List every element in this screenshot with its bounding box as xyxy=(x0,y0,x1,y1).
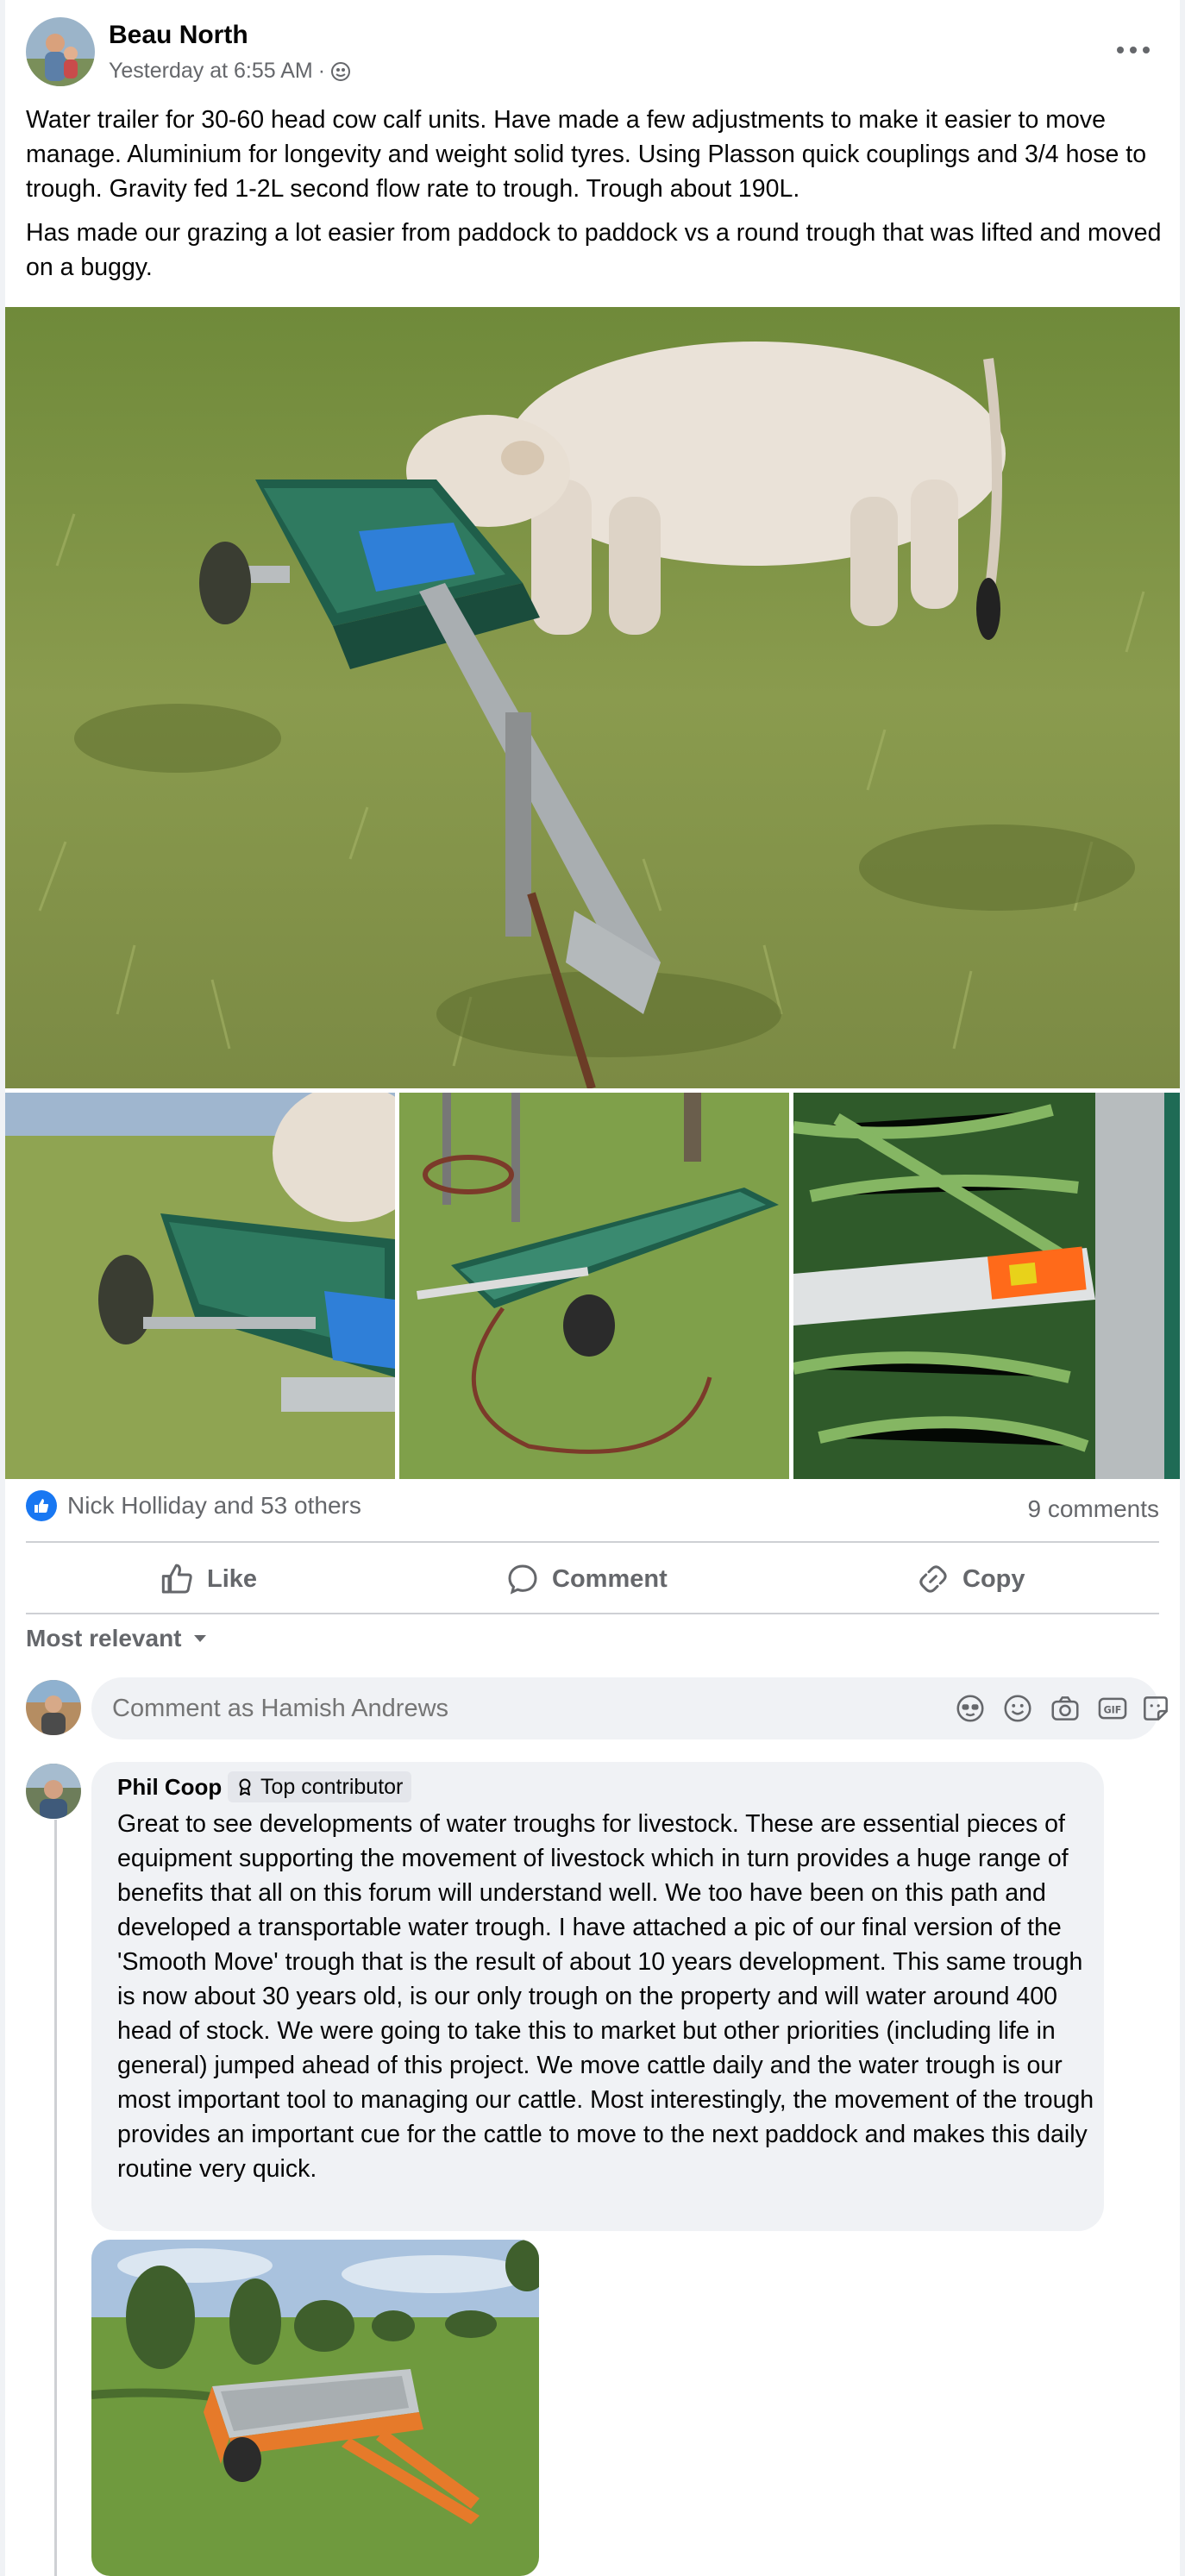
author-name[interactable]: Beau North xyxy=(109,21,248,50)
like-label: Like xyxy=(207,1564,258,1593)
comment-photo-smooth-move-trough[interactable] xyxy=(91,2240,539,2576)
gif-icon[interactable]: GIF xyxy=(1096,1692,1129,1725)
like-button[interactable]: Like xyxy=(160,1552,257,1606)
commenter-avatar[interactable] xyxy=(26,1764,81,1819)
award-icon xyxy=(236,1777,254,1796)
emoji-icon[interactable] xyxy=(1001,1692,1034,1725)
copy-label: Copy xyxy=(962,1564,1025,1593)
camera-icon[interactable] xyxy=(1049,1692,1082,1725)
avatar-sticker-icon[interactable] xyxy=(954,1692,987,1725)
comment-input[interactable] xyxy=(112,1677,888,1739)
more-horizontal-icon[interactable] xyxy=(1107,34,1159,66)
comments-count[interactable]: 9 comments xyxy=(1028,1495,1160,1523)
divider-top xyxy=(26,1541,1159,1543)
svg-text:GIF: GIF xyxy=(1104,1705,1122,1716)
reactions-summary[interactable]: Nick Holliday and 53 others xyxy=(26,1490,361,1521)
sort-dropdown[interactable]: Most relevant xyxy=(26,1625,208,1652)
post-card: Beau North Yesterday at 6:55 AM · Water … xyxy=(5,0,1180,2576)
friends-globe-icon xyxy=(330,61,351,82)
author-avatar[interactable] xyxy=(26,17,95,86)
comment-composer[interactable]: GIF xyxy=(91,1677,1168,1739)
thread-line xyxy=(54,1820,57,2576)
post-paragraph-2: Has made our grazing a lot easier from p… xyxy=(26,219,1162,281)
divider-bottom xyxy=(26,1613,1159,1614)
comment-button[interactable]: Comment xyxy=(505,1552,668,1606)
thumbs-up-icon xyxy=(26,1490,57,1521)
meta-separator: · xyxy=(317,59,326,83)
main-photo-cow-trough[interactable] xyxy=(5,307,1180,1088)
copy-button[interactable]: Copy xyxy=(916,1552,1025,1606)
link-icon xyxy=(916,1562,950,1596)
post-timestamp[interactable]: Yesterday at 6:55 AM xyxy=(109,59,313,84)
badge-label: Top contributor xyxy=(260,1774,404,1799)
reactions-text: Nick Holliday and 53 others xyxy=(67,1492,361,1519)
commenter-name[interactable]: Phil Coop xyxy=(117,1774,222,1801)
current-user-avatar[interactable] xyxy=(26,1680,81,1735)
caret-down-icon xyxy=(192,1633,208,1644)
post-meta: Yesterday at 6:55 AM · xyxy=(109,59,351,84)
like-icon xyxy=(160,1562,195,1596)
comment-text: Great to see developments of water troug… xyxy=(117,1810,1094,2183)
photo-trough-cow-closeup[interactable] xyxy=(5,1093,395,1479)
photo-trough-with-hose[interactable] xyxy=(399,1093,789,1479)
comment-icon xyxy=(505,1562,540,1596)
sticker-icon[interactable] xyxy=(1139,1692,1172,1725)
photo-level-on-drawbar[interactable] xyxy=(793,1093,1180,1479)
top-contributor-badge: Top contributor xyxy=(228,1771,412,1802)
comment-label: Comment xyxy=(552,1564,668,1593)
post-paragraph-1: Water trailer for 30-60 head cow calf un… xyxy=(26,106,1147,203)
sort-label: Most relevant xyxy=(26,1625,182,1652)
